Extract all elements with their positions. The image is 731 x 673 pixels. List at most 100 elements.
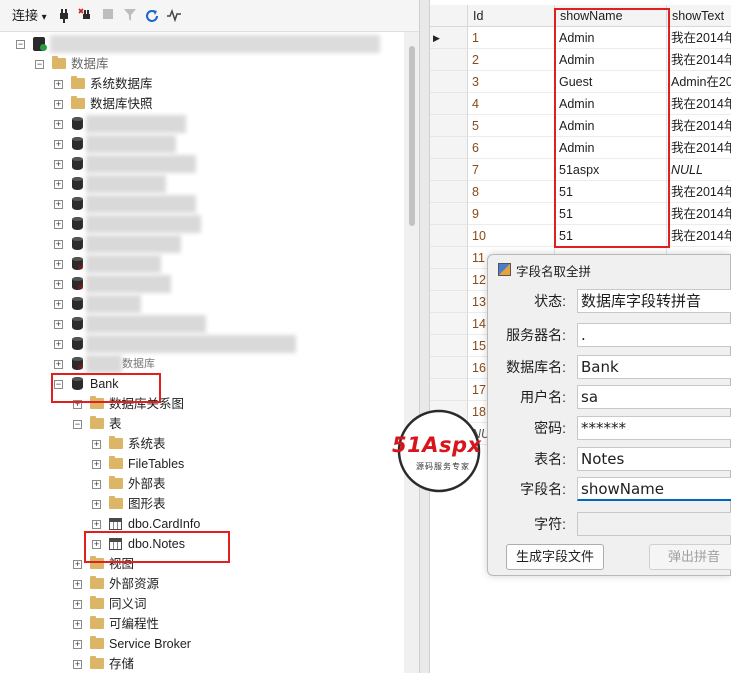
- row-selector[interactable]: [430, 137, 468, 159]
- expand-icon[interactable]: +: [54, 160, 63, 169]
- row-selector[interactable]: [430, 247, 468, 269]
- tree-database-redacted[interactable]: +: [0, 334, 404, 354]
- generate-field-file-button[interactable]: 生成字段文件: [506, 544, 604, 570]
- tree-external-resources[interactable]: + 外部资源: [0, 574, 404, 594]
- grid-cell-showtext[interactable]: 我在2014年: [667, 27, 731, 49]
- row-selector[interactable]: [430, 71, 468, 93]
- row-selector[interactable]: [430, 269, 468, 291]
- grid-cell-id[interactable]: 8: [468, 181, 555, 203]
- grid-corner[interactable]: [430, 5, 468, 27]
- expand-icon[interactable]: +: [92, 480, 101, 489]
- row-selector[interactable]: [430, 357, 468, 379]
- row-selector[interactable]: [430, 335, 468, 357]
- grid-cell-id[interactable]: 2: [468, 49, 555, 71]
- expand-icon[interactable]: +: [92, 520, 101, 529]
- row-selector[interactable]: ▶: [430, 27, 468, 49]
- expand-icon[interactable]: +: [54, 260, 63, 269]
- tree-tables-folder[interactable]: − 表: [0, 414, 404, 434]
- server-field[interactable]: .: [577, 323, 731, 347]
- disconnect-plug-icon[interactable]: [78, 8, 94, 24]
- grid-cell-id[interactable]: 5: [468, 115, 555, 137]
- expand-icon[interactable]: +: [73, 580, 82, 589]
- collapse-icon[interactable]: −: [16, 40, 25, 49]
- row-selector[interactable]: [430, 159, 468, 181]
- tree-system-databases[interactable]: + 系统数据库: [0, 74, 404, 94]
- grid-cell-id[interactable]: 3: [468, 71, 555, 93]
- tree-databases-folder[interactable]: − 数据库: [0, 54, 404, 74]
- column-header-showtext[interactable]: showText: [667, 5, 731, 27]
- connect-button[interactable]: 连接 ▾: [12, 6, 47, 26]
- status-field[interactable]: 数据库字段转拼音: [577, 289, 731, 313]
- tree-programmability[interactable]: + 可编程性: [0, 614, 404, 634]
- expand-icon[interactable]: +: [54, 280, 63, 289]
- tree-database-redacted[interactable]: +: [0, 314, 404, 334]
- grid-cell-showtext[interactable]: 我在2014年: [667, 203, 731, 225]
- tree-database-snapshots[interactable]: + 数据库快照: [0, 94, 404, 114]
- expand-icon[interactable]: +: [54, 100, 63, 109]
- row-selector[interactable]: [430, 313, 468, 335]
- grid-cell-showtext[interactable]: 我在2014年: [667, 93, 731, 115]
- connect-plug-icon[interactable]: [56, 8, 72, 24]
- tree-graph-tables[interactable]: + 图形表: [0, 494, 404, 514]
- grid-cell-id[interactable]: 6: [468, 137, 555, 159]
- row-selector[interactable]: [430, 225, 468, 247]
- tree-database-redacted[interactable]: +: [0, 154, 404, 174]
- tree-system-tables[interactable]: + 系统表: [0, 434, 404, 454]
- tree-storage[interactable]: + 存储: [0, 654, 404, 673]
- expand-icon[interactable]: +: [54, 180, 63, 189]
- column-header-id[interactable]: Id: [468, 5, 555, 27]
- expand-icon[interactable]: +: [54, 200, 63, 209]
- expand-icon[interactable]: +: [54, 140, 63, 149]
- tree-database-redacted[interactable]: +: [0, 174, 404, 194]
- expand-icon[interactable]: +: [54, 360, 63, 369]
- expand-icon[interactable]: +: [73, 620, 82, 629]
- expand-icon[interactable]: +: [73, 640, 82, 649]
- grid-cell-showtext[interactable]: 我在2014年: [667, 115, 731, 137]
- row-selector[interactable]: [430, 291, 468, 313]
- tree-service-broker[interactable]: + Service Broker: [0, 634, 404, 654]
- tree-database-partial[interactable]: + ✕ 数据库: [0, 354, 404, 374]
- tree-database-redacted[interactable]: +: [0, 134, 404, 154]
- expand-icon[interactable]: +: [54, 240, 63, 249]
- splitter[interactable]: [420, 0, 430, 673]
- grid-cell-showtext[interactable]: 我在2014年: [667, 225, 731, 247]
- tree-external-tables[interactable]: + 外部表: [0, 474, 404, 494]
- expand-icon[interactable]: +: [92, 440, 101, 449]
- grid-cell-showtext[interactable]: 我在2014年: [667, 49, 731, 71]
- tree-synonyms[interactable]: + 同义词: [0, 594, 404, 614]
- tree-database-redacted[interactable]: +: [0, 194, 404, 214]
- grid-cell-id[interactable]: 7: [468, 159, 555, 181]
- collapse-icon[interactable]: −: [35, 60, 44, 69]
- stop-icon[interactable]: [100, 8, 116, 24]
- expand-icon[interactable]: +: [92, 460, 101, 469]
- user-field[interactable]: sa: [577, 385, 731, 409]
- tree-database-redacted[interactable]: + ✕: [0, 254, 404, 274]
- collapse-icon[interactable]: −: [73, 420, 82, 429]
- tree-database-redacted[interactable]: +: [0, 114, 404, 134]
- tree-filetables[interactable]: + FileTables: [0, 454, 404, 474]
- row-selector[interactable]: [430, 115, 468, 137]
- grid-cell-showtext[interactable]: NULL: [667, 159, 731, 181]
- grid-cell-id[interactable]: 4: [468, 93, 555, 115]
- grid-cell-id[interactable]: 10: [468, 225, 555, 247]
- row-selector[interactable]: [430, 203, 468, 225]
- expand-icon[interactable]: +: [73, 600, 82, 609]
- scrollbar-thumb[interactable]: [409, 46, 415, 226]
- tree-database-redacted[interactable]: +: [0, 234, 404, 254]
- tree-database-redacted[interactable]: +: [0, 214, 404, 234]
- activity-monitor-icon[interactable]: [166, 8, 182, 24]
- tree-database-redacted[interactable]: + ✕: [0, 274, 404, 294]
- password-field[interactable]: ******: [577, 416, 731, 440]
- row-selector[interactable]: [430, 379, 468, 401]
- grid-cell-id[interactable]: 1: [468, 27, 555, 49]
- database-field[interactable]: Bank: [577, 355, 731, 379]
- tree-database-redacted[interactable]: +: [0, 294, 404, 314]
- expand-icon[interactable]: +: [73, 660, 82, 669]
- table-field[interactable]: Notes: [577, 447, 731, 471]
- expand-icon[interactable]: +: [54, 80, 63, 89]
- field-name-field[interactable]: showName: [577, 477, 731, 501]
- grid-cell-showtext[interactable]: 我在2014年: [667, 137, 731, 159]
- tree-server-node[interactable]: −: [0, 34, 404, 54]
- grid-cell-showtext[interactable]: Admin在20: [667, 71, 731, 93]
- char-field[interactable]: [577, 512, 731, 536]
